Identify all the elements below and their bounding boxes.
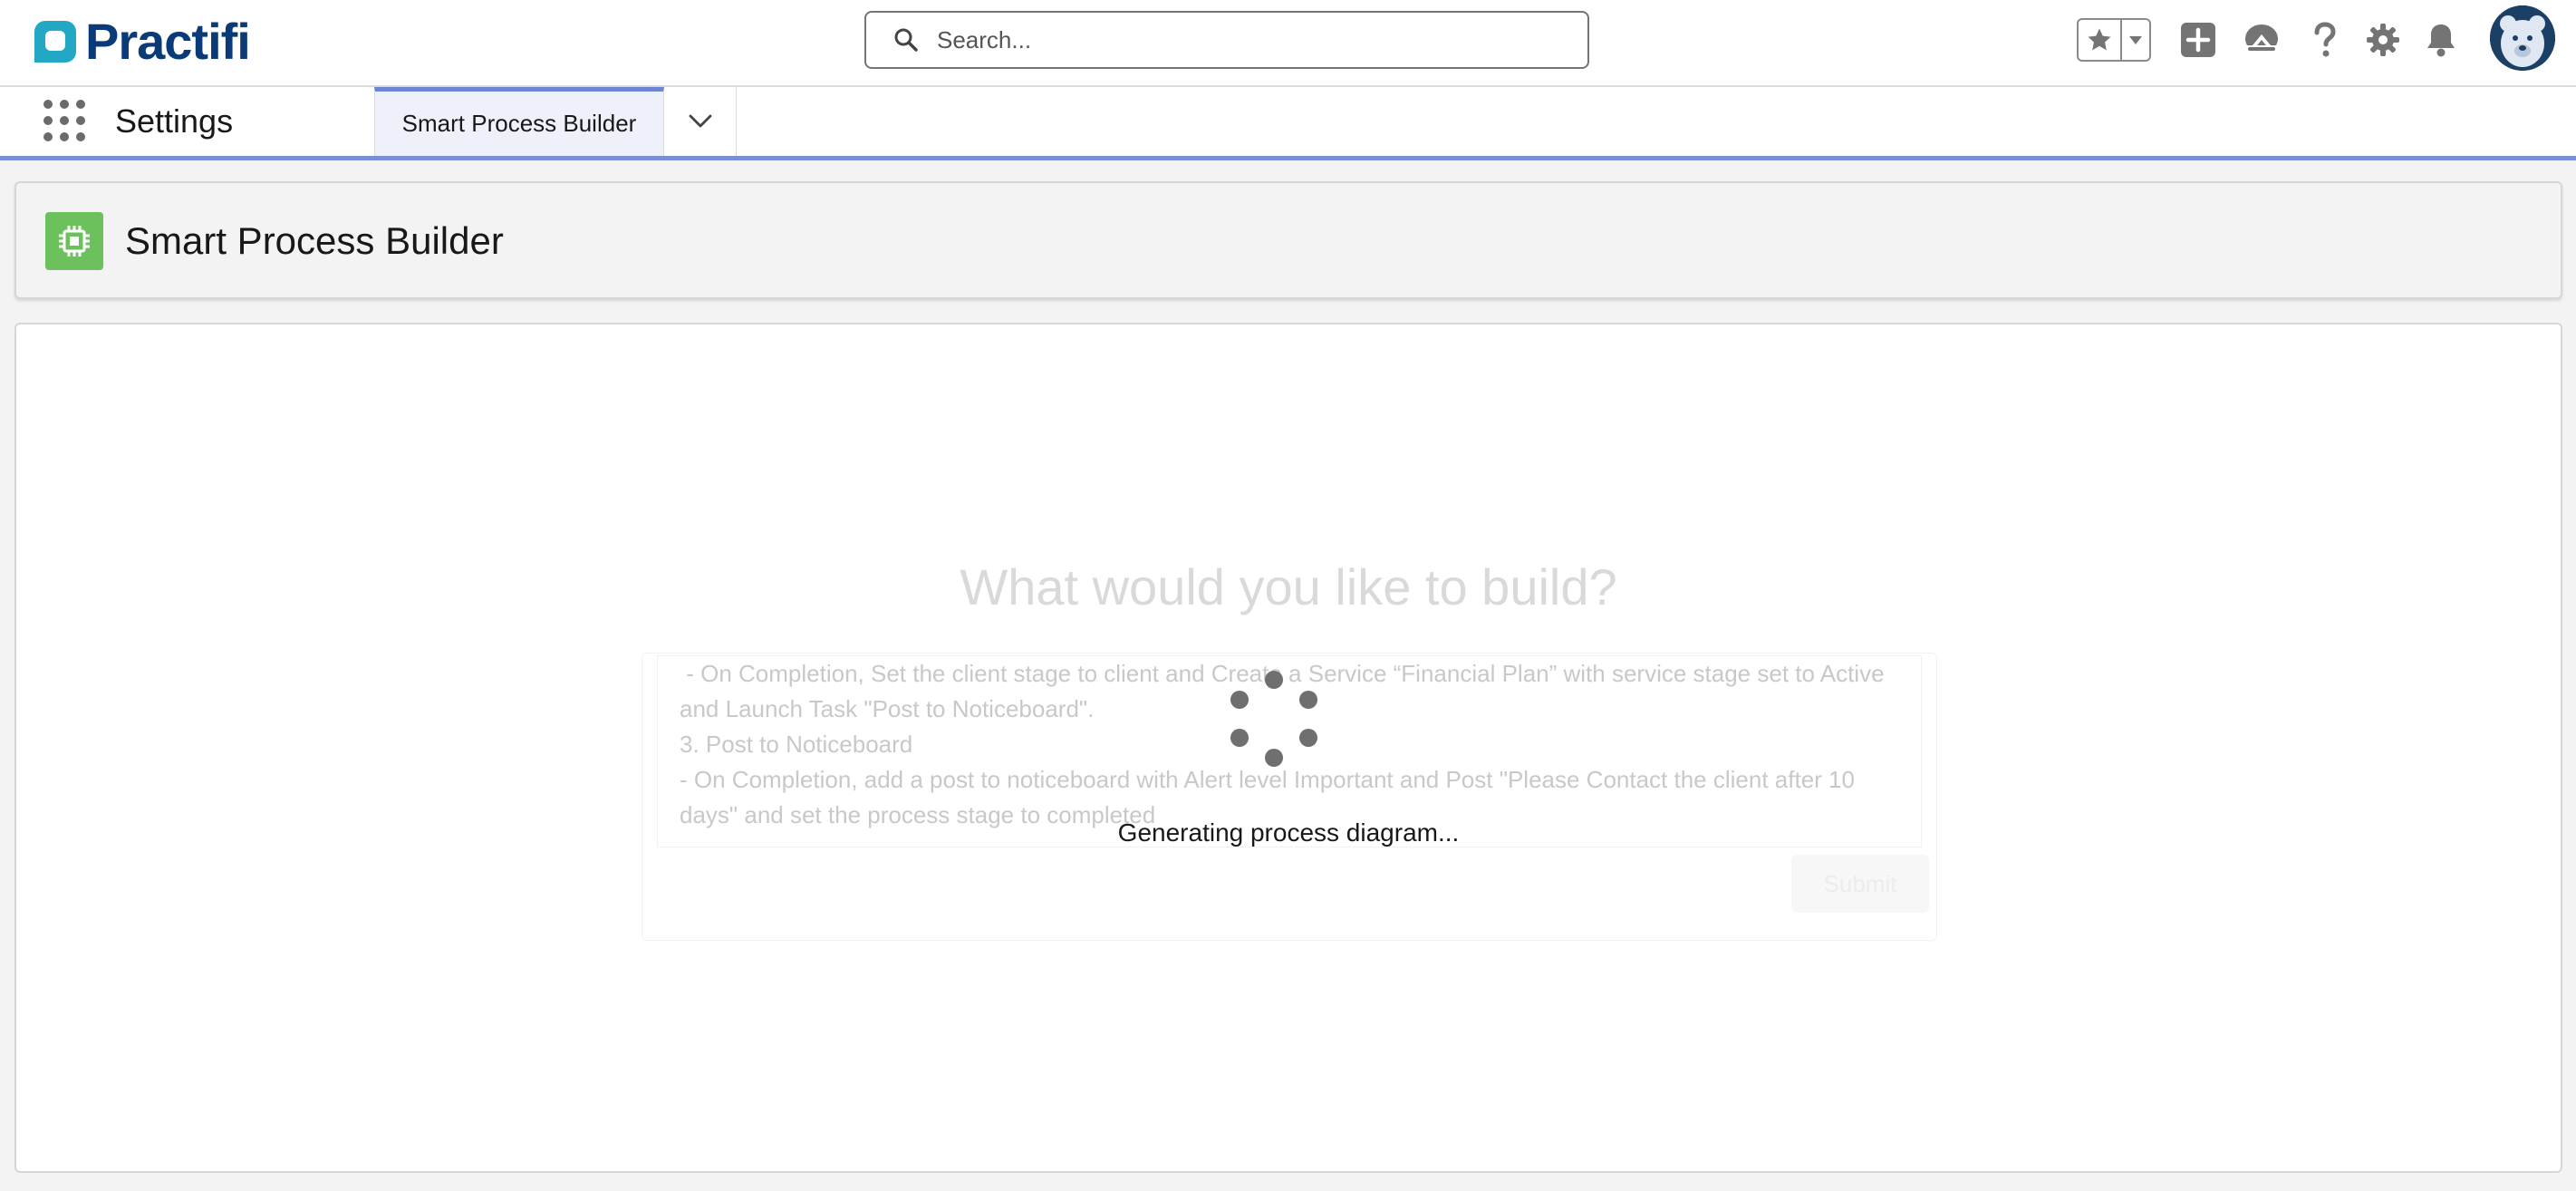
tab-menu-chevron-down-icon[interactable] (664, 87, 737, 156)
build-heading: What would you like to build? (960, 558, 1617, 615)
notifications-bell-icon[interactable] (2421, 20, 2461, 60)
submit-button[interactable]: Submit (1791, 855, 1929, 913)
favorites-dropdown-icon[interactable] (2122, 20, 2149, 60)
favorites-button-group (2077, 18, 2151, 62)
search-icon (894, 28, 918, 52)
loading-text: Generating process diagram... (1117, 818, 1460, 847)
tab-smart-process-builder[interactable]: Smart Process Builder (374, 87, 664, 156)
setup-gear-icon[interactable] (2363, 20, 2403, 60)
chip-icon (45, 212, 103, 270)
loading-spinner-icon (1220, 671, 1328, 779)
practifi-logo-icon (34, 21, 76, 63)
global-header: Practifi (0, 0, 2576, 87)
favorites-star-icon[interactable] (2079, 20, 2122, 60)
app-name: Settings (115, 102, 234, 140)
app-nav-bar: Settings Smart Process Builder (0, 87, 2576, 160)
app-launcher-icon[interactable] (43, 100, 85, 141)
help-icon[interactable] (2305, 20, 2345, 60)
builder-card: What would you like to build? - On Compl… (14, 323, 2562, 1173)
trailhead-icon[interactable] (2242, 20, 2282, 60)
global-search[interactable] (864, 11, 1589, 69)
global-actions-add-icon[interactable] (2178, 20, 2218, 60)
logo-text: Practifi (85, 13, 251, 70)
tab-label: Smart Process Builder (401, 110, 637, 137)
page-title: Smart Process Builder (125, 219, 504, 262)
page-header: Smart Process Builder (14, 181, 2562, 299)
search-input[interactable] (935, 24, 1519, 55)
practifi-logo[interactable]: Practifi (33, 13, 251, 70)
user-avatar[interactable] (2490, 5, 2555, 71)
